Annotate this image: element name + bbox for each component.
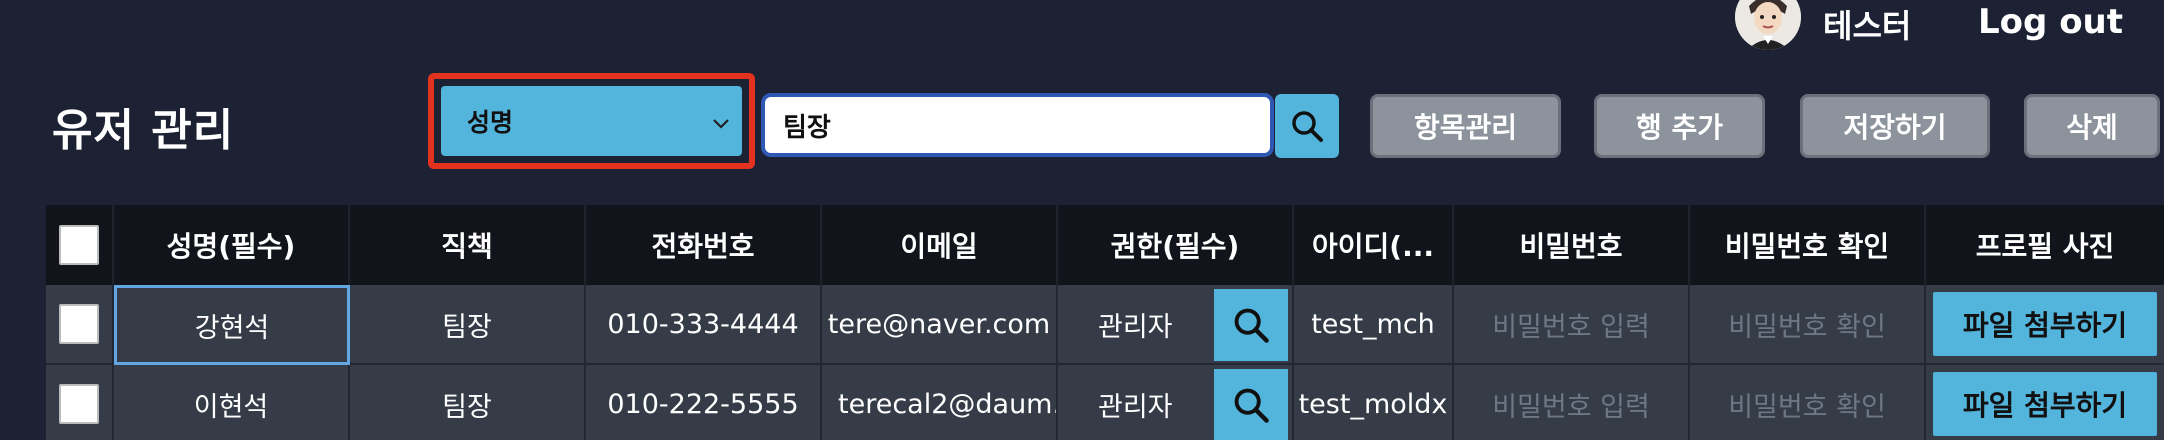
delete-button[interactable]: 삭제 bbox=[2024, 94, 2160, 158]
search-icon bbox=[1234, 308, 1269, 343]
profile-photo-cell: 파일 첨부하기 bbox=[1926, 365, 2164, 440]
position-cell[interactable]: 팀장 bbox=[350, 365, 586, 440]
column-header[interactable]: 프로필 사진 bbox=[1926, 205, 2164, 285]
permission-search-button[interactable] bbox=[1214, 289, 1288, 361]
email-cell[interactable]: tere@naver.com bbox=[822, 285, 1058, 365]
user-id-cell[interactable]: test_mch bbox=[1294, 285, 1454, 365]
user-avatar-icon[interactable] bbox=[1735, 0, 1801, 50]
table-row: 강현석 팀장 010-333-4444 tere@naver.com 관리자 t… bbox=[46, 285, 2164, 365]
search-icon bbox=[1234, 388, 1269, 423]
select-all-checkbox[interactable] bbox=[59, 225, 99, 265]
column-header[interactable]: 아이디(... bbox=[1294, 205, 1454, 285]
add-row-button[interactable]: 행 추가 bbox=[1594, 94, 1765, 158]
row-checkbox[interactable] bbox=[59, 304, 99, 344]
user-name: 테스터 bbox=[1823, 7, 1912, 45]
row-select-cell bbox=[46, 365, 114, 440]
search-field-select[interactable]: 성명 bbox=[441, 86, 742, 156]
column-header[interactable]: 성명(필수) bbox=[114, 205, 350, 285]
password-confirm-field[interactable]: 비밀번호 확인 bbox=[1690, 285, 1926, 365]
permission-search-button[interactable] bbox=[1214, 369, 1288, 440]
name-cell[interactable]: 이현석 bbox=[114, 365, 350, 440]
permission-value: 관리자 bbox=[1098, 391, 1173, 423]
search-field-select-highlight: 성명 bbox=[428, 73, 755, 169]
column-header[interactable]: 전화번호 bbox=[586, 205, 822, 285]
select-all-cell bbox=[46, 205, 114, 285]
row-select-cell bbox=[46, 285, 114, 365]
permission-value: 관리자 bbox=[1098, 311, 1173, 343]
name-cell[interactable]: 강현석 bbox=[114, 285, 350, 365]
table-header-row: 성명(필수) 직책 전화번호 이메일 권한(필수) 아이디(... 비밀번호 비… bbox=[46, 205, 2164, 285]
phone-cell[interactable]: 010-333-4444 bbox=[586, 285, 822, 365]
save-button[interactable]: 저장하기 bbox=[1800, 94, 1990, 158]
user-id-cell[interactable]: test_moldx bbox=[1294, 365, 1454, 440]
search-button[interactable] bbox=[1275, 94, 1339, 158]
chevron-down-icon bbox=[713, 119, 729, 129]
table-row: 이현석 팀장 010-222-5555 terecal2@daum.ne 관리자… bbox=[46, 365, 2164, 440]
password-field[interactable]: 비밀번호 입력 bbox=[1454, 285, 1690, 365]
user-table: 성명(필수) 직책 전화번호 이메일 권한(필수) 아이디(... 비밀번호 비… bbox=[46, 205, 2164, 440]
search-field-selected: 성명 bbox=[467, 108, 514, 137]
password-field[interactable]: 비밀번호 입력 bbox=[1454, 365, 1690, 440]
page-title: 유저 관리 bbox=[52, 105, 235, 156]
search-input-value: 팀장 bbox=[783, 112, 831, 143]
permission-cell: 관리자 bbox=[1058, 285, 1294, 365]
search-icon bbox=[1292, 111, 1323, 142]
phone-cell[interactable]: 010-222-5555 bbox=[586, 365, 822, 440]
column-header[interactable]: 비밀번호 확인 bbox=[1690, 205, 1926, 285]
column-header[interactable]: 직책 bbox=[350, 205, 586, 285]
email-cell[interactable]: terecal2@daum.ne bbox=[822, 365, 1058, 440]
attach-file-button[interactable]: 파일 첨부하기 bbox=[1933, 292, 2157, 356]
user-area: 테스터 bbox=[1735, 0, 1912, 50]
column-header[interactable]: 권한(필수) bbox=[1058, 205, 1294, 285]
password-confirm-field[interactable]: 비밀번호 확인 bbox=[1690, 365, 1926, 440]
profile-photo-cell: 파일 첨부하기 bbox=[1926, 285, 2164, 365]
column-header[interactable]: 이메일 bbox=[822, 205, 1058, 285]
attach-file-button[interactable]: 파일 첨부하기 bbox=[1933, 372, 2157, 436]
permission-cell: 관리자 bbox=[1058, 365, 1294, 440]
logout-link[interactable]: Log out bbox=[1978, 2, 2123, 42]
search-input[interactable]: 팀장 bbox=[761, 93, 1274, 157]
row-checkbox[interactable] bbox=[59, 384, 99, 424]
position-cell[interactable]: 팀장 bbox=[350, 285, 586, 365]
manage-columns-button[interactable]: 항목관리 bbox=[1370, 94, 1561, 158]
column-header[interactable]: 비밀번호 bbox=[1454, 205, 1690, 285]
